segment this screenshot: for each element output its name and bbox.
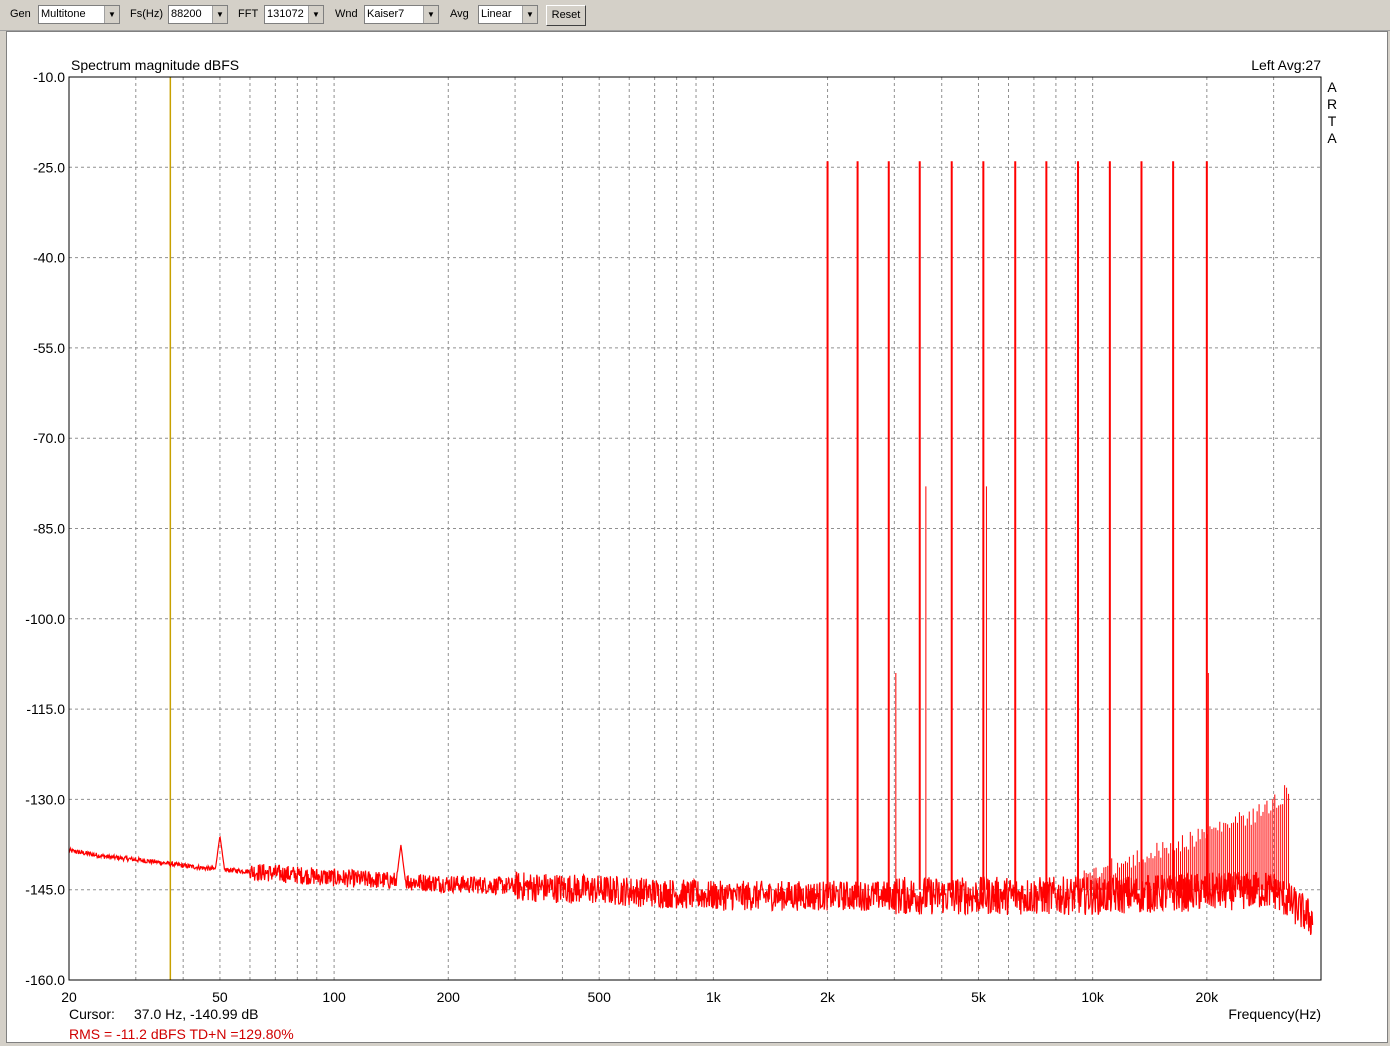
y-tick-label: -85.0 (33, 521, 65, 537)
averaging-value: Linear (481, 8, 512, 20)
toolbar: Gen Multitone ▼ Fs(Hz) 88200 ▼ FFT 13107… (0, 0, 1390, 31)
x-tick-label: 2k (820, 989, 836, 1005)
y-tick-label: -160.0 (25, 972, 65, 988)
sample-rate-select[interactable]: 88200 ▼ (168, 5, 228, 24)
x-tick-label: 100 (322, 989, 346, 1005)
sample-rate-value: 88200 (171, 8, 202, 20)
y-tick-label: -25.0 (33, 159, 65, 175)
generator-select[interactable]: Multitone ▼ (38, 5, 120, 24)
brand-letter: A (1327, 79, 1337, 95)
brand-letter: T (1328, 113, 1337, 129)
fft-size-select[interactable]: 131072 ▼ (264, 5, 324, 24)
x-tick-label: 1k (706, 989, 722, 1005)
brand-label: ARTA (1327, 79, 1337, 146)
rms-readout: RMS = -11.2 dBFS TD+N =129.80% (69, 1026, 294, 1042)
gen-label: Gen (10, 8, 31, 20)
averaging-select[interactable]: Linear ▼ (478, 5, 538, 24)
chart-title: Spectrum magnitude dBFS (71, 57, 239, 73)
y-tick-label: -10.0 (33, 69, 65, 85)
x-tick-label: 50 (212, 989, 228, 1005)
x-tick-label: 500 (588, 989, 612, 1005)
fft-label: FFT (238, 8, 259, 20)
wnd-label: Wnd (335, 8, 358, 20)
x-axis-label: Frequency(Hz) (1228, 1006, 1321, 1022)
fft-size-value: 131072 (267, 8, 304, 20)
x-tick-label: 200 (437, 989, 461, 1005)
avg-label: Avg (450, 8, 469, 20)
chevron-down-icon[interactable]: ▼ (104, 6, 119, 23)
cursor-label: Cursor: (69, 1006, 115, 1022)
fs-label: Fs(Hz) (130, 8, 163, 20)
y-tick-label: -115.0 (26, 701, 65, 717)
x-tick-label: 5k (971, 989, 987, 1005)
noise-floor-trace (68, 835, 1314, 935)
brand-letter: A (1327, 130, 1337, 146)
y-tick-label: -70.0 (33, 430, 65, 446)
y-tick-label: -130.0 (25, 791, 65, 807)
chevron-down-icon[interactable]: ▼ (423, 6, 438, 23)
brand-letter: R (1327, 96, 1337, 112)
chevron-down-icon[interactable]: ▼ (212, 6, 227, 23)
spectrum-panel: -10.0 -25.0 -40.0 -55.0 -70.0 -85.0 -100.0 -115… (6, 31, 1388, 1043)
x-tick-label: 10k (1081, 989, 1105, 1005)
chevron-down-icon[interactable]: ▼ (308, 6, 323, 23)
x-tick-label: 20k (1196, 989, 1220, 1005)
window-value: Kaiser7 (367, 8, 405, 20)
y-tick-label: -55.0 (33, 340, 65, 356)
window-select[interactable]: Kaiser7 ▼ (364, 5, 439, 24)
spectrum-chart[interactable]: -10.0 -25.0 -40.0 -55.0 -70.0 -85.0 -100.0 -115… (7, 32, 1387, 1042)
reset-button[interactable]: Reset (546, 5, 586, 26)
grid (69, 76, 1321, 981)
chevron-down-icon[interactable]: ▼ (522, 6, 537, 23)
y-tick-label: -100.0 (25, 611, 65, 627)
generator-value: Multitone (41, 8, 86, 20)
x-tick-label: 20 (61, 989, 77, 1005)
channel-info: Left Avg:27 (1251, 57, 1321, 73)
y-tick-label: -145.0 (25, 882, 65, 898)
y-tick-label: -40.0 (33, 250, 65, 266)
cursor-readout: 37.0 Hz, -140.99 dB (134, 1006, 259, 1022)
